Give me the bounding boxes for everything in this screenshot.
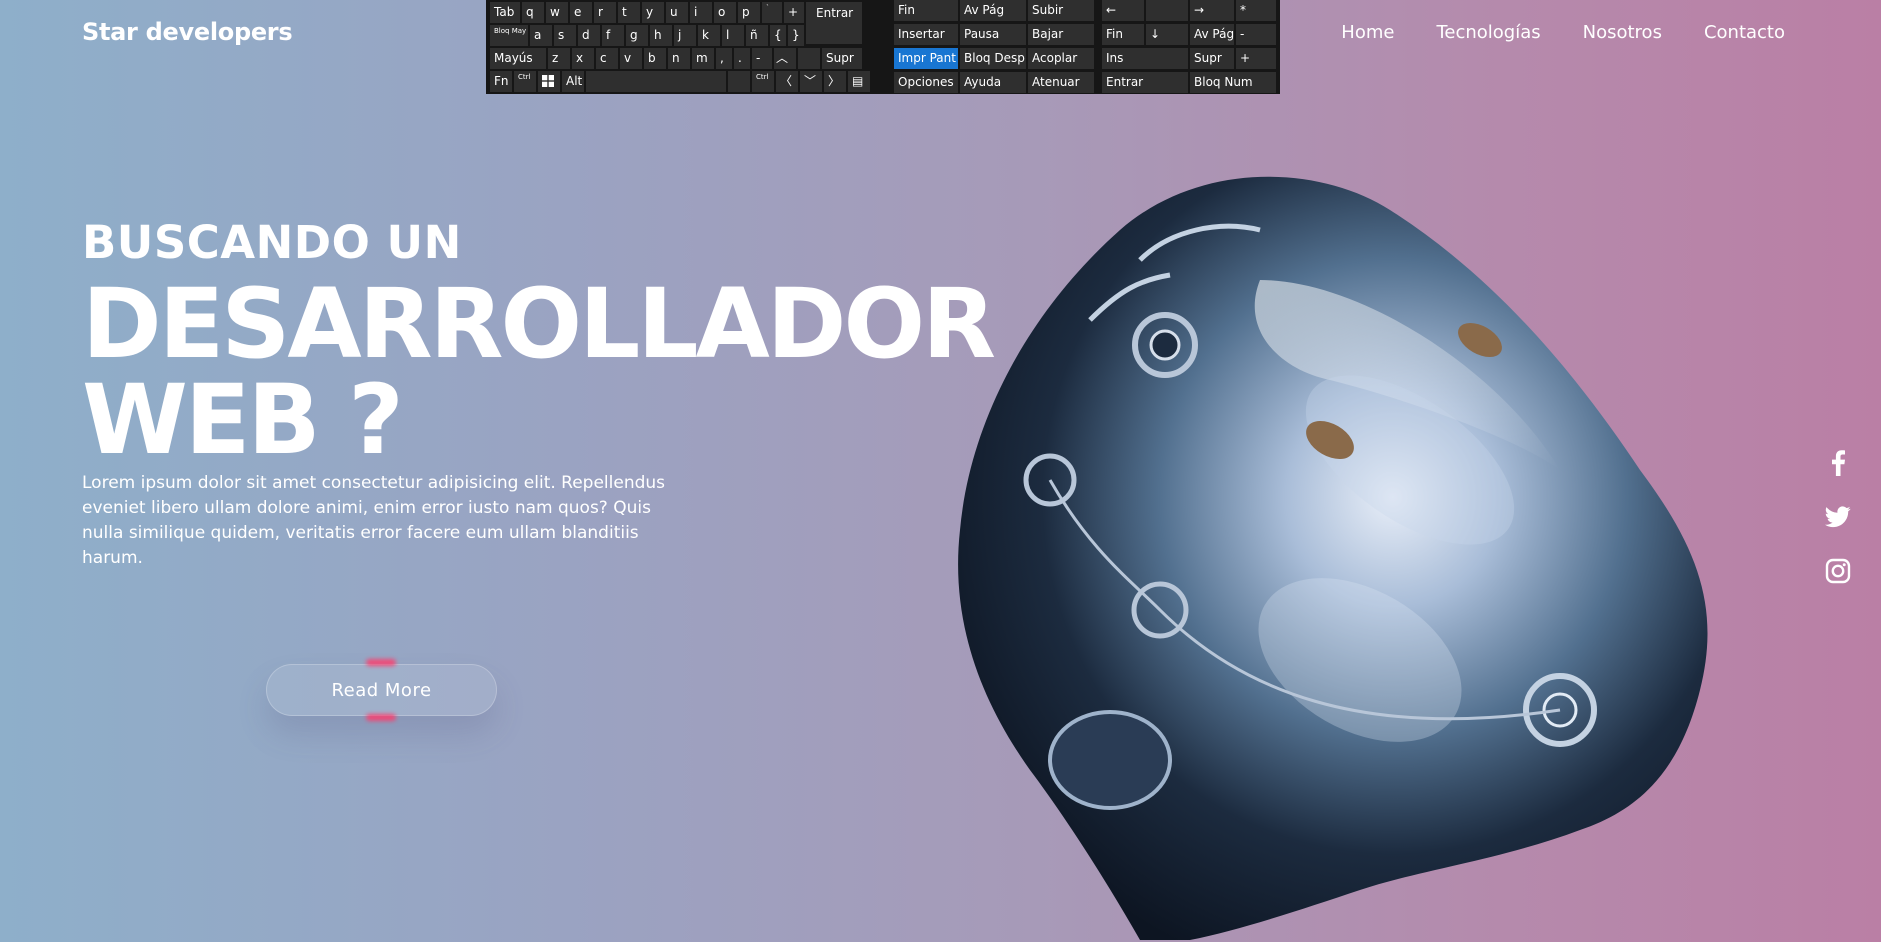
key-brace-close[interactable]: } (788, 25, 804, 46)
key-bajar[interactable]: Bajar (1028, 24, 1094, 45)
on-screen-keyboard: Tab q w e r t y u i o p ` + Entrar Bloq … (486, 0, 1280, 94)
key-period[interactable]: . (734, 48, 750, 69)
key-space[interactable] (586, 71, 726, 92)
key-e[interactable]: e (570, 2, 592, 23)
key-s[interactable]: s (554, 25, 576, 46)
key-t[interactable]: t (618, 2, 640, 23)
twitter-icon[interactable] (1825, 506, 1851, 532)
key-bloq-despl[interactable]: Bloq Despl (960, 48, 1026, 69)
hero-headline: DESARROLLADOR WEB ? (82, 268, 996, 476)
key-a[interactable]: a (530, 25, 552, 46)
numpad-multiply[interactable]: * (1236, 0, 1276, 21)
numpad-minus[interactable]: - (1236, 24, 1276, 45)
windows-icon[interactable] (538, 71, 560, 92)
numpad-entrar[interactable]: Entrar (1102, 72, 1188, 93)
key-b[interactable]: b (644, 48, 666, 69)
key-r[interactable]: r (594, 2, 616, 23)
social-links (1825, 450, 1851, 588)
main-nav: Home Tecnologías Nosotros Contacto (1341, 22, 1785, 43)
key-m[interactable]: m (692, 48, 714, 69)
key-minus[interactable]: - (752, 48, 772, 69)
up-arrow-icon[interactable]: ︿ (774, 48, 796, 69)
key-d[interactable]: d (578, 25, 600, 46)
key-impr-pant[interactable]: Impr Pant (894, 48, 958, 69)
hero-headline-line2: WEB ? (82, 364, 404, 476)
right-arrow-icon[interactable]: 〉 (824, 71, 846, 92)
key-plus[interactable]: + (784, 2, 804, 23)
key-g[interactable]: g (626, 25, 648, 46)
key-o[interactable]: o (714, 2, 736, 23)
key-f[interactable]: f (602, 25, 624, 46)
nav-tecnologias[interactable]: Tecnologías (1436, 22, 1540, 43)
key-c[interactable]: c (596, 48, 618, 69)
key-p[interactable]: p (738, 2, 760, 23)
key-av-pag[interactable]: Av Pág (960, 0, 1026, 21)
key-alt[interactable]: Alt (562, 71, 584, 92)
key-acoplar[interactable]: Acoplar (1028, 48, 1094, 69)
key-n[interactable]: n (668, 48, 690, 69)
key-blank[interactable] (798, 48, 820, 69)
key-alt-gr[interactable] (728, 71, 750, 92)
nav-nosotros[interactable]: Nosotros (1583, 22, 1662, 43)
key-ctrl-right[interactable]: Ctrl (752, 71, 774, 92)
nav-contacto[interactable]: Contacto (1704, 22, 1785, 43)
key-w[interactable]: w (546, 2, 568, 23)
down-arrow-icon[interactable]: ﹀ (800, 71, 822, 92)
key-k[interactable]: k (698, 25, 720, 46)
hero-eyebrow: BUSCANDO UN (82, 216, 462, 269)
key-n-tilde[interactable]: ñ (746, 25, 768, 46)
hero-description: Lorem ipsum dolor sit amet consectetur a… (82, 473, 666, 568)
key-fn[interactable]: Fn (490, 71, 512, 92)
key-supr[interactable]: Supr (822, 48, 862, 69)
key-accent[interactable]: ` (762, 2, 782, 23)
robot-head-image (958, 176, 1708, 940)
brand-logo[interactable]: Star developers (82, 18, 293, 46)
numpad-ins[interactable]: Ins (1102, 48, 1188, 69)
key-v[interactable]: v (620, 48, 642, 69)
key-enter[interactable]: Entrar (806, 2, 862, 44)
key-pausa[interactable]: Pausa (960, 24, 1026, 45)
numpad-blank-1[interactable] (1146, 0, 1188, 21)
left-arrow-icon[interactable]: 〈 (776, 71, 798, 92)
button-glow-bottom (366, 714, 396, 721)
menu-key-icon[interactable]: ▤ (848, 71, 870, 92)
numpad-plus[interactable]: + (1236, 48, 1276, 69)
button-glow-top (366, 659, 396, 666)
numpad-av-pag[interactable]: Av Pág (1190, 24, 1234, 45)
numpad-left-arrow[interactable]: ← (1102, 0, 1144, 21)
numpad-supr[interactable]: Supr (1190, 48, 1234, 69)
instagram-icon[interactable] (1825, 558, 1851, 588)
key-atenuar[interactable]: Atenuar (1028, 72, 1094, 93)
nav-home[interactable]: Home (1341, 22, 1394, 43)
key-comma[interactable]: , (716, 48, 732, 69)
numpad-fin[interactable]: Fin (1102, 24, 1144, 45)
key-ctrl-left[interactable]: Ctrl (514, 71, 536, 92)
key-h[interactable]: h (650, 25, 672, 46)
key-u[interactable]: u (666, 2, 688, 23)
key-ayuda[interactable]: Ayuda (960, 72, 1026, 93)
facebook-icon[interactable] (1830, 450, 1846, 480)
numpad-bloq-num[interactable]: Bloq Num (1190, 72, 1276, 93)
key-shift[interactable]: Mayús (490, 48, 546, 69)
key-tab[interactable]: Tab (490, 2, 520, 23)
numpad-down-arrow[interactable]: ↓ (1146, 24, 1188, 45)
numpad-right-arrow[interactable]: → (1190, 0, 1234, 21)
key-fin[interactable]: Fin (894, 0, 958, 21)
hero-headline-line1: DESARROLLADOR (82, 268, 996, 380)
key-q[interactable]: q (522, 2, 544, 23)
key-x[interactable]: x (572, 48, 594, 69)
key-brace-open[interactable]: { (770, 25, 786, 46)
read-more-wrapper: Read More (266, 659, 497, 721)
read-more-button[interactable]: Read More (266, 664, 497, 716)
key-opciones[interactable]: Opciones (894, 72, 958, 93)
key-insertar[interactable]: Insertar (894, 24, 958, 45)
key-j[interactable]: j (674, 25, 696, 46)
key-z[interactable]: z (548, 48, 570, 69)
key-i[interactable]: i (690, 2, 712, 23)
key-y[interactable]: y (642, 2, 664, 23)
key-l[interactable]: l (722, 25, 744, 46)
key-subir[interactable]: Subir (1028, 0, 1094, 21)
key-caps-lock[interactable]: Bloq May (490, 25, 528, 46)
